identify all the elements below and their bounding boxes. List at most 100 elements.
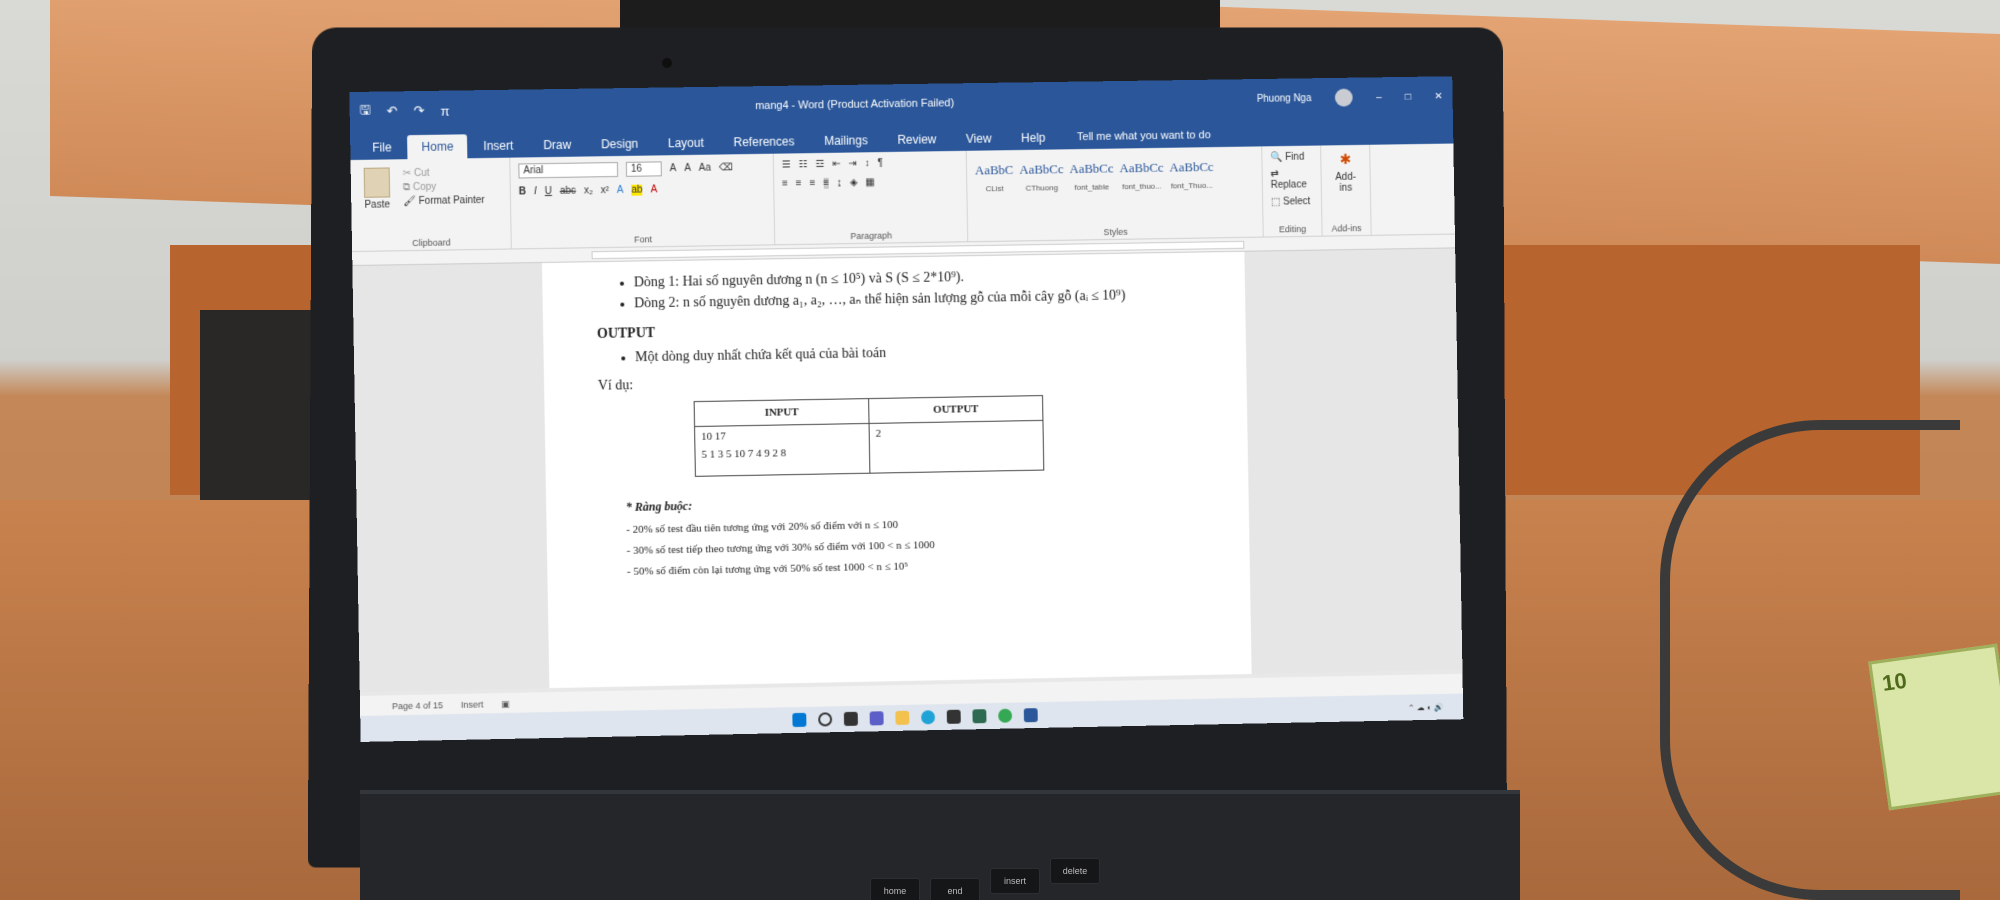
editing-group: 🔍 Find ⇄ Replace ⬚ Select Editing [1262, 145, 1323, 237]
tab-draw[interactable]: Draw [529, 133, 585, 158]
highlight-icon[interactable]: ab [631, 184, 643, 196]
save-icon[interactable]: 🖫 [359, 101, 371, 123]
tab-home[interactable]: Home [407, 134, 468, 160]
key-home[interactable]: home [870, 878, 920, 900]
copy-label: Copy [412, 181, 437, 194]
tab-mailings[interactable]: Mailings [810, 128, 882, 153]
redo-icon[interactable]: ↷ [413, 103, 424, 119]
numbering-icon[interactable]: ☷ [799, 159, 808, 170]
select-button[interactable]: ⬚ Select [1271, 196, 1313, 208]
tab-view[interactable]: View [952, 126, 1006, 151]
file-explorer-icon[interactable] [894, 710, 909, 725]
title-controls: Phuong Nga – □ ✕ [1257, 87, 1443, 108]
photo-scene: 10 🖫 ↶ ↷ π mang4 - Word (Product Activat… [0, 0, 2000, 900]
style-preview: AaBbCc [1169, 159, 1214, 175]
tab-insert[interactable]: Insert [469, 133, 527, 158]
tab-references[interactable]: References [719, 129, 808, 154]
align-left-icon[interactable]: ≡ [782, 178, 788, 189]
search-icon[interactable] [817, 712, 832, 727]
quick-access-toolbar: 🖫 ↶ ↷ π [359, 100, 450, 123]
tab-review[interactable]: Review [883, 127, 950, 152]
ribbon: Paste ✂ Cut ⧉ Copy 🖌 Format Painter Clip… [350, 143, 1455, 253]
constraint-line: - 30% số test tiếp theo tương ứng với 30… [626, 539, 935, 557]
word-icon[interactable] [1023, 708, 1038, 723]
tab-file[interactable]: File [358, 135, 406, 160]
copy-button[interactable]: ⧉ Copy [403, 181, 485, 193]
align-right-icon[interactable]: ≡ [809, 178, 815, 189]
edge-icon[interactable] [920, 710, 935, 725]
style-preview: AaBbCc [1119, 159, 1164, 176]
teams-icon[interactable] [869, 711, 884, 726]
underline-icon[interactable]: U [545, 186, 552, 197]
system-tray[interactable]: ⌃ ☁ ◐ 🔊 [1408, 702, 1444, 712]
addins-group-label: Add-ins [1331, 223, 1362, 234]
page-count[interactable]: Page 4 of 15 [392, 700, 443, 711]
cut-button[interactable]: ✂ Cut [403, 167, 485, 179]
tell-me-search[interactable]: Tell me what you want to do [1077, 129, 1211, 149]
increase-indent-icon[interactable]: ⇥ [848, 158, 856, 169]
align-center-icon[interactable]: ≡ [796, 178, 802, 189]
font-group: Arial 16 A A Aa ⌫ B I U abc x₂ x² A ab A [510, 153, 776, 249]
line-spacing-icon[interactable]: ↨ [837, 178, 842, 189]
paste-label: Paste [364, 199, 391, 211]
chrome-icon[interactable] [997, 708, 1012, 723]
task-view-icon[interactable] [843, 711, 858, 727]
superscript-icon[interactable]: x² [601, 185, 609, 196]
store-icon[interactable] [946, 709, 961, 724]
input-line: 5 1 3 5 10 7 4 9 2 8 [701, 447, 787, 461]
insert-mode[interactable]: Insert [461, 699, 484, 709]
key-insert[interactable]: insert [990, 868, 1040, 894]
find-button[interactable]: 🔍 Find [1270, 152, 1312, 163]
italic-icon[interactable]: I [534, 186, 537, 197]
minimize-icon[interactable]: – [1376, 92, 1382, 103]
justify-icon[interactable]: ≡ [823, 177, 830, 189]
clipboard-group: Paste ✂ Cut ⧉ Copy 🖌 Format Painter Clip… [350, 157, 512, 252]
key-end[interactable]: end [930, 878, 980, 900]
maximize-icon[interactable]: □ [1405, 91, 1411, 102]
user-name: Phuong Nga [1256, 92, 1312, 105]
text-effects-icon[interactable]: A [617, 185, 624, 196]
shading-icon[interactable]: ◈ [850, 177, 858, 188]
tab-design[interactable]: Design [587, 132, 652, 157]
key-delete[interactable]: delete [1050, 858, 1100, 884]
pi-equation-icon[interactable]: π [440, 103, 449, 118]
app-icon[interactable] [971, 709, 986, 724]
table-cell-input: 10 17 5 1 3 5 10 7 4 9 2 8 [694, 423, 870, 477]
bullets-icon[interactable]: ☰ [782, 159, 791, 170]
table-header: OUTPUT [868, 395, 1043, 424]
example-label: Ví dụ: [597, 378, 634, 394]
macro-icon[interactable]: ▣ [501, 698, 510, 709]
close-icon[interactable]: ✕ [1434, 91, 1442, 102]
change-case-icon[interactable]: Aa [699, 163, 711, 174]
tab-layout[interactable]: Layout [654, 131, 718, 156]
tab-help[interactable]: Help [1007, 126, 1059, 151]
replace-button[interactable]: ⇄ Replace [1270, 168, 1313, 191]
font-color-icon[interactable]: A [650, 184, 657, 195]
document-area: Dòng 1: Hai số nguyên dương n (n ≤ 10⁵) … [352, 248, 1463, 692]
bold-icon[interactable]: B [519, 186, 526, 197]
sort-icon[interactable]: ↕ [865, 158, 870, 169]
borders-icon[interactable]: ▦ [865, 177, 875, 188]
undo-icon[interactable]: ↶ [387, 103, 398, 119]
shrink-font-icon[interactable]: A [684, 163, 691, 174]
addins-button[interactable]: Add-ins [1329, 172, 1362, 194]
document-page[interactable]: Dòng 1: Hai số nguyên dương n (n ≤ 10⁵) … [541, 251, 1252, 689]
table-header: INPUT [694, 398, 870, 427]
font-size-dropdown[interactable]: 16 [625, 161, 662, 177]
multilevel-list-icon[interactable]: ☲ [815, 159, 824, 170]
avatar[interactable] [1334, 88, 1353, 107]
addins-group: ✱ Add-ins Add-ins [1321, 144, 1372, 236]
strikethrough-icon[interactable]: abc [560, 186, 576, 197]
input-line: 10 17 [701, 430, 726, 443]
grow-font-icon[interactable]: A [670, 163, 677, 174]
font-name-dropdown[interactable]: Arial [518, 162, 619, 179]
paragraph-group-label: Paragraph [850, 230, 893, 242]
clear-format-icon[interactable]: ⌫ [719, 162, 733, 173]
format-painter-button[interactable]: 🖌 Format Painter [403, 195, 485, 207]
start-icon[interactable] [791, 712, 806, 728]
subscript-icon[interactable]: x₂ [584, 185, 593, 196]
decrease-indent-icon[interactable]: ⇤ [832, 159, 841, 170]
style-preview: AaBbC [974, 162, 1014, 178]
show-marks-icon[interactable]: ¶ [877, 158, 883, 169]
addins-icon[interactable]: ✱ [1329, 151, 1362, 168]
